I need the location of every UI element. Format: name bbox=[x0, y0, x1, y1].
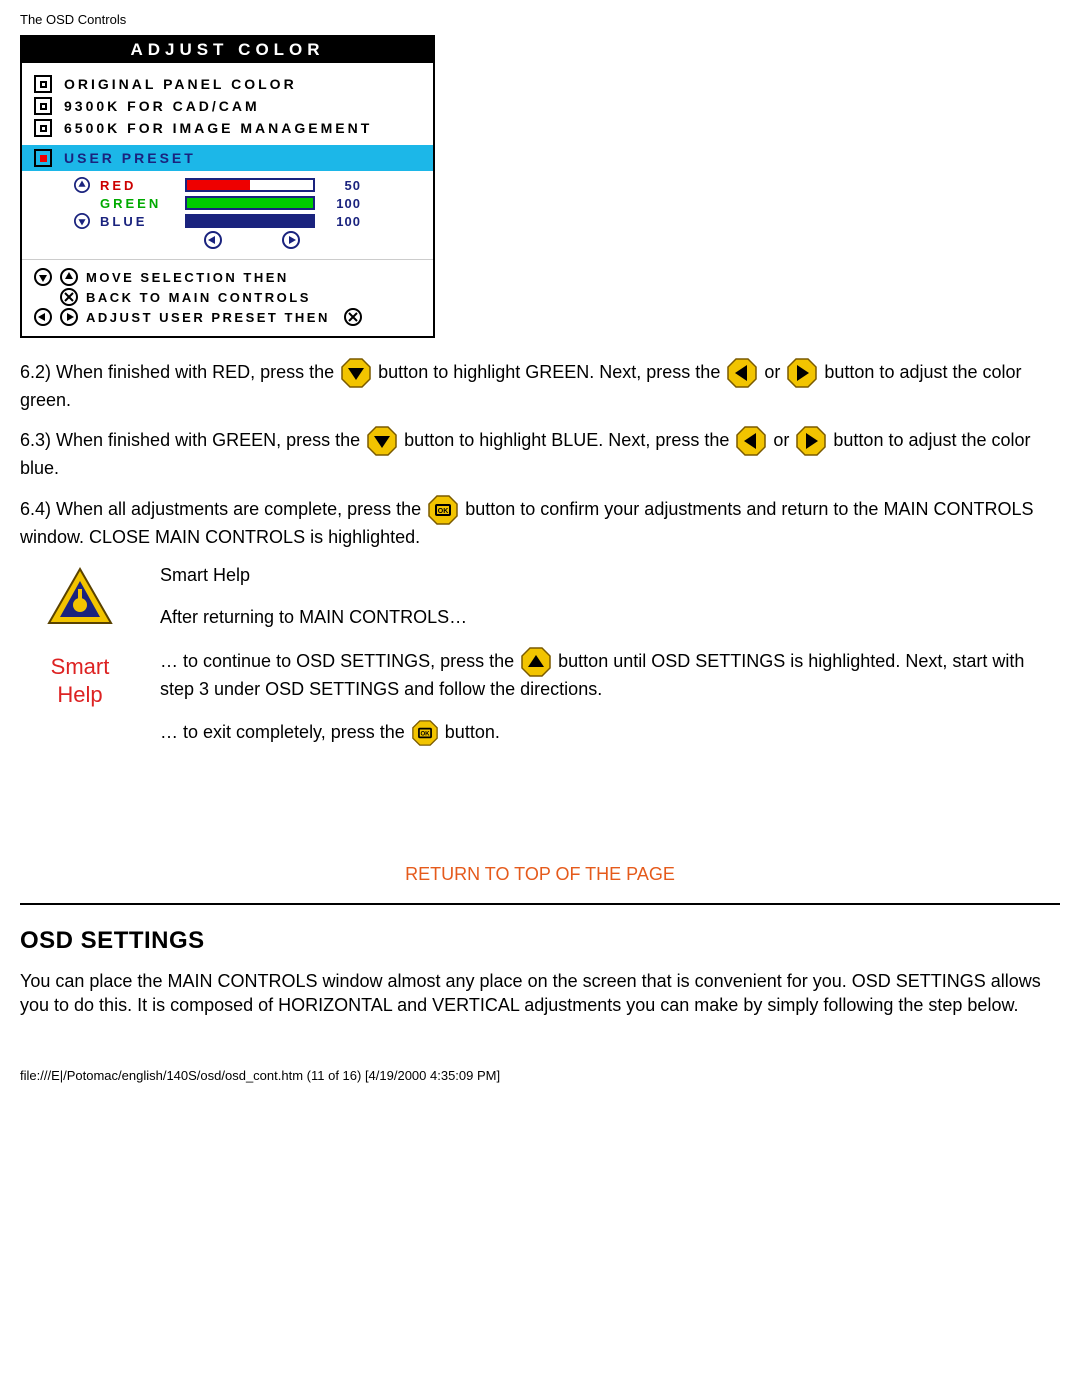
text: or bbox=[773, 430, 794, 450]
page-header: The OSD Controls bbox=[20, 12, 1060, 27]
slider-value: 50 bbox=[325, 178, 361, 193]
option-label: ORIGINAL PANEL COLOR bbox=[64, 76, 297, 92]
right-button-icon bbox=[796, 426, 826, 456]
slider-green bbox=[185, 196, 315, 210]
down-button-icon bbox=[341, 358, 371, 388]
left-button-icon bbox=[736, 426, 766, 456]
text: 6.2) When finished with RED, press the bbox=[20, 362, 339, 382]
smart-help-block: Smart Help Smart Help After returning to… bbox=[20, 563, 1060, 764]
preset-row-green: GREEN 100 bbox=[74, 195, 421, 211]
preset-row-blue: BLUE 100 bbox=[74, 213, 421, 229]
left-button-icon bbox=[727, 358, 757, 388]
arrow-left-icon bbox=[34, 308, 52, 326]
slider-red bbox=[185, 178, 315, 192]
text: Smart bbox=[51, 654, 110, 679]
text: 6.4) When all adjustments are complete, … bbox=[20, 498, 426, 518]
step-6-3: 6.3) When finished with GREEN, press the… bbox=[20, 426, 1060, 480]
step-6-4: 6.4) When all adjustments are complete, … bbox=[20, 495, 1060, 549]
ok-button-icon bbox=[412, 720, 438, 746]
user-preset-label: USER PRESET bbox=[64, 150, 196, 166]
hint-move: MOVE SELECTION THEN bbox=[34, 268, 421, 286]
text: 6.3) When finished with GREEN, press the bbox=[20, 430, 365, 450]
osd-option: 9300K FOR CAD/CAM bbox=[34, 95, 421, 117]
hint-text: ADJUST USER PRESET THEN bbox=[86, 310, 330, 325]
smart-help-label: Smart Help bbox=[20, 653, 140, 710]
hint-adjust: ADJUST USER PRESET THEN bbox=[34, 308, 421, 326]
text: button to highlight BLUE. Next, press th… bbox=[404, 430, 734, 450]
square-icon bbox=[34, 75, 52, 93]
arrow-down-icon bbox=[34, 268, 52, 286]
preset-row-red: RED 50 bbox=[74, 177, 421, 193]
hint-text: BACK TO MAIN CONTROLS bbox=[86, 290, 311, 305]
smart-help-after: After returning to MAIN CONTROLS… bbox=[160, 605, 1060, 629]
osd-option: 6500K FOR IMAGE MANAGEMENT bbox=[34, 117, 421, 139]
option-label: 6500K FOR IMAGE MANAGEMENT bbox=[64, 120, 372, 136]
osd-title: ADJUST COLOR bbox=[22, 37, 433, 63]
text: or bbox=[764, 362, 785, 382]
option-label: 9300K FOR CAD/CAM bbox=[64, 98, 260, 114]
square-icon-selected bbox=[34, 149, 52, 167]
arrow-up-icon bbox=[74, 177, 90, 193]
square-icon bbox=[34, 97, 52, 115]
text: button to highlight GREEN. Next, press t… bbox=[378, 362, 725, 382]
smart-help-p2: … to exit completely, press the button. bbox=[160, 720, 1060, 746]
slider-value: 100 bbox=[325, 196, 361, 211]
footer-path: file:///E|/Potomac/english/140S/osd/osd_… bbox=[20, 1068, 1060, 1083]
divider bbox=[20, 903, 1060, 905]
ok-button-icon bbox=[428, 495, 458, 525]
smart-help-p1: … to continue to OSD SETTINGS, press the… bbox=[160, 647, 1060, 701]
hint-back: BACK TO MAIN CONTROLS bbox=[34, 288, 421, 306]
arrow-right-icon bbox=[282, 231, 300, 249]
square-icon bbox=[34, 119, 52, 137]
text: button. bbox=[445, 722, 500, 742]
return-to-top-link[interactable]: RETURN TO TOP OF THE PAGE bbox=[20, 864, 1060, 885]
text: … to continue to OSD SETTINGS, press the bbox=[160, 651, 519, 671]
arrow-up-icon bbox=[60, 268, 78, 286]
step-6-2: 6.2) When finished with RED, press the b… bbox=[20, 358, 1060, 412]
text: … to exit completely, press the bbox=[160, 722, 410, 742]
preset-label: RED bbox=[100, 178, 175, 193]
up-button-icon bbox=[521, 647, 551, 677]
osd-settings-heading: OSD SETTINGS bbox=[20, 927, 1060, 955]
warning-icon bbox=[45, 563, 115, 633]
right-button-icon bbox=[787, 358, 817, 388]
arrow-down-icon bbox=[74, 213, 90, 229]
user-preset-row: USER PRESET bbox=[22, 145, 433, 171]
preset-label: BLUE bbox=[100, 214, 175, 229]
arrow-left-icon bbox=[204, 231, 222, 249]
close-icon bbox=[344, 308, 362, 326]
osd-settings-body: You can place the MAIN CONTROLS window a… bbox=[20, 969, 1060, 1018]
osd-option: ORIGINAL PANEL COLOR bbox=[34, 73, 421, 95]
osd-panel: ADJUST COLOR ORIGINAL PANEL COLOR 9300K … bbox=[20, 35, 435, 338]
slider-blue bbox=[185, 214, 315, 228]
smart-help-heading: Smart Help bbox=[160, 563, 1060, 587]
close-icon bbox=[60, 288, 78, 306]
text: Help bbox=[57, 682, 102, 707]
slider-value: 100 bbox=[325, 214, 361, 229]
hint-text: MOVE SELECTION THEN bbox=[86, 270, 289, 285]
down-button-icon bbox=[367, 426, 397, 456]
arrow-right-icon bbox=[60, 308, 78, 326]
preset-label: GREEN bbox=[100, 196, 175, 211]
